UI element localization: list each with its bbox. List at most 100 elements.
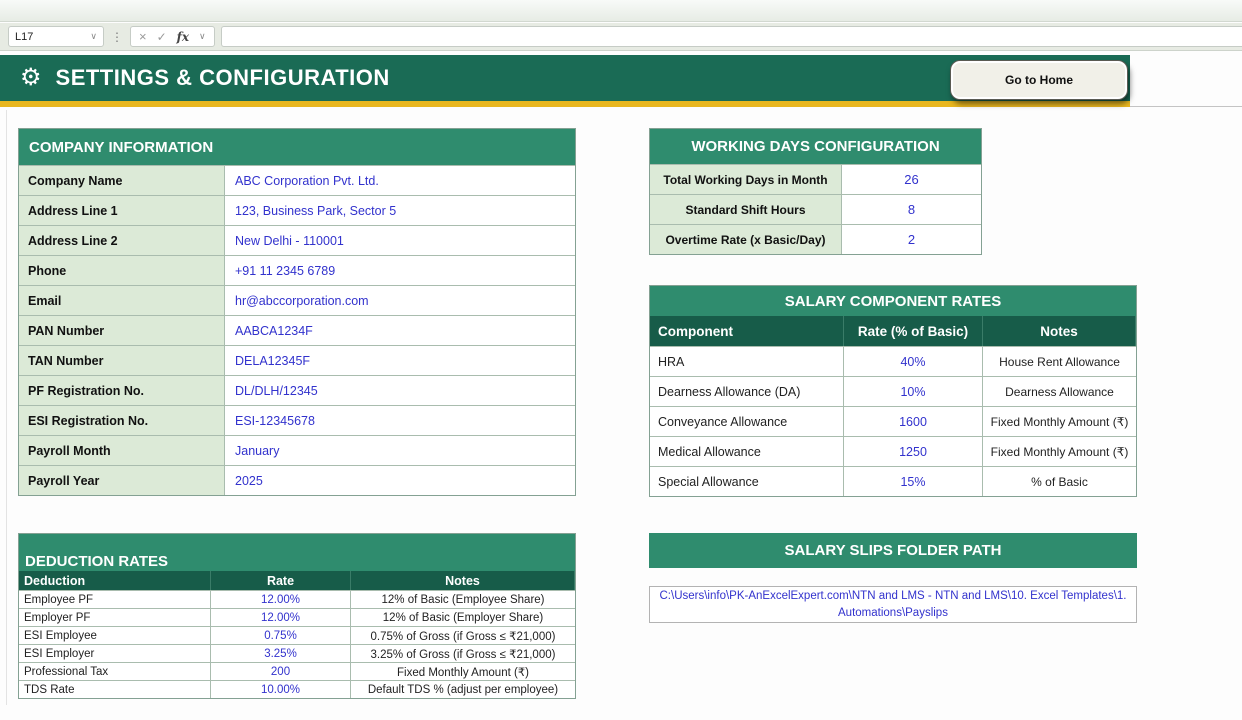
table-row: Address Line 1 123, Business Park, Secto… bbox=[19, 195, 575, 225]
rate-cell[interactable]: 15% bbox=[844, 467, 983, 496]
column-header: Rate bbox=[211, 571, 351, 590]
row-value-cell[interactable]: hr@abccorporation.com bbox=[225, 286, 575, 315]
gridline bbox=[1130, 106, 1242, 107]
table-row: Overtime Rate (x Basic/Day) 2 bbox=[650, 224, 981, 254]
rate-cell[interactable]: 3.25% bbox=[211, 645, 351, 662]
page-header: ⚙ SETTINGS & CONFIGURATION Go to Home bbox=[0, 55, 1130, 107]
deduction-cell: ESI Employer bbox=[19, 645, 211, 662]
row-value-cell[interactable]: 2025 bbox=[225, 466, 575, 495]
chevron-down-icon[interactable]: ∨ bbox=[199, 32, 206, 41]
page-title: SETTINGS & CONFIGURATION bbox=[56, 65, 390, 91]
row-label: Payroll Month bbox=[19, 436, 225, 465]
row-value-cell[interactable]: ESI-12345678 bbox=[225, 406, 575, 435]
table-row: Medical Allowance 1250 Fixed Monthly Amo… bbox=[650, 436, 1136, 466]
table-row: Employee PF 12.00% 12% of Basic (Employe… bbox=[19, 590, 575, 608]
table-body: HRA 40% House Rent Allowance Dearness Al… bbox=[650, 346, 1136, 496]
enter-icon[interactable]: ✓ bbox=[157, 30, 167, 44]
chevron-down-icon[interactable]: ∨ bbox=[90, 32, 97, 41]
table-row: Standard Shift Hours 8 bbox=[650, 194, 981, 224]
row-label: Total Working Days in Month bbox=[650, 165, 842, 194]
row-value-cell[interactable]: January bbox=[225, 436, 575, 465]
table-row: ESI Employee 0.75% 0.75% of Gross (if Gr… bbox=[19, 626, 575, 644]
notes-cell: 12% of Basic (Employee Share) bbox=[351, 591, 575, 608]
deduction-cell: ESI Employee bbox=[19, 627, 211, 644]
table-row: PF Registration No. DL/DLH/12345 bbox=[19, 375, 575, 405]
column-header: Component bbox=[650, 316, 844, 346]
table-title: SALARY COMPONENT RATES bbox=[650, 286, 1136, 316]
insert-function-icon[interactable]: fx bbox=[177, 30, 189, 44]
go-to-home-button[interactable]: Go to Home bbox=[950, 60, 1128, 100]
gridline bbox=[6, 110, 7, 705]
rate-cell[interactable]: 1600 bbox=[844, 407, 983, 436]
column-header: Deduction bbox=[19, 571, 211, 590]
row-label: Phone bbox=[19, 256, 225, 285]
rate-cell[interactable]: 200 bbox=[211, 663, 351, 680]
row-label: Address Line 2 bbox=[19, 226, 225, 255]
row-value-cell[interactable]: 123, Business Park, Sector 5 bbox=[225, 196, 575, 225]
row-value-cell[interactable]: 8 bbox=[842, 195, 981, 224]
deduction-cell: TDS Rate bbox=[19, 681, 211, 698]
gold-accent-bar bbox=[0, 101, 1130, 107]
table-body: Employee PF 12.00% 12% of Basic (Employe… bbox=[19, 590, 575, 698]
table-row: Company Name ABC Corporation Pvt. Ltd. bbox=[19, 165, 575, 195]
row-label: Overtime Rate (x Basic/Day) bbox=[650, 225, 842, 254]
row-value-cell[interactable]: 2 bbox=[842, 225, 981, 254]
component-cell: Special Allowance bbox=[650, 467, 844, 496]
notes-cell: Fixed Monthly Amount (₹) bbox=[351, 663, 575, 680]
cancel-icon[interactable]: × bbox=[139, 29, 147, 44]
rate-cell[interactable]: 10% bbox=[844, 377, 983, 406]
row-label: Company Name bbox=[19, 166, 225, 195]
table-row: Address Line 2 New Delhi - 110001 bbox=[19, 225, 575, 255]
component-cell: Dearness Allowance (DA) bbox=[650, 377, 844, 406]
table-row: Phone +91 11 2345 6789 bbox=[19, 255, 575, 285]
row-label: ESI Registration No. bbox=[19, 406, 225, 435]
rate-cell[interactable]: 0.75% bbox=[211, 627, 351, 644]
table-row: Dearness Allowance (DA) 10% Dearness All… bbox=[650, 376, 1136, 406]
row-value-cell[interactable]: AABCA1234F bbox=[225, 316, 575, 345]
rate-cell[interactable]: 40% bbox=[844, 347, 983, 376]
rate-cell[interactable]: 1250 bbox=[844, 437, 983, 466]
row-value-cell[interactable]: DELA12345F bbox=[225, 346, 575, 375]
company-information-table: COMPANY INFORMATION Company Name ABC Cor… bbox=[18, 128, 576, 496]
table-row: Payroll Year 2025 bbox=[19, 465, 575, 495]
more-dots-icon: ⋮ bbox=[111, 30, 123, 44]
row-label: Standard Shift Hours bbox=[650, 195, 842, 224]
salary-slips-path-cell[interactable]: C:\Users\info\PK-AnExcelExpert.com\NTN a… bbox=[649, 586, 1137, 623]
table-title: COMPANY INFORMATION bbox=[19, 129, 575, 165]
column-header-row: Deduction Rate Notes bbox=[19, 571, 575, 590]
rate-cell[interactable]: 12.00% bbox=[211, 609, 351, 626]
notes-cell: Fixed Monthly Amount (₹) bbox=[983, 437, 1136, 466]
column-header: Rate (% of Basic) bbox=[844, 316, 983, 346]
deduction-cell: Employer PF bbox=[19, 609, 211, 626]
deduction-cell: Professional Tax bbox=[19, 663, 211, 680]
column-header: Notes bbox=[983, 316, 1136, 346]
table-row: HRA 40% House Rent Allowance bbox=[650, 346, 1136, 376]
name-box[interactable]: L17 ∨ bbox=[8, 26, 104, 47]
deduction-rates-table: DEDUCTION RATES Deduction Rate Notes Emp… bbox=[18, 533, 576, 699]
component-cell: HRA bbox=[650, 347, 844, 376]
table-row: Conveyance Allowance 1600 Fixed Monthly … bbox=[650, 406, 1136, 436]
row-value-cell[interactable]: ABC Corporation Pvt. Ltd. bbox=[225, 166, 575, 195]
formula-input[interactable] bbox=[221, 26, 1242, 47]
table-row: Special Allowance 15% % of Basic bbox=[650, 466, 1136, 496]
table-row: Email hr@abccorporation.com bbox=[19, 285, 575, 315]
column-header: Notes bbox=[351, 571, 575, 590]
table-row: TDS Rate 10.00% Default TDS % (adjust pe… bbox=[19, 680, 575, 698]
row-label: TAN Number bbox=[19, 346, 225, 375]
cell-reference: L17 bbox=[15, 31, 90, 43]
table-row: ESI Registration No. ESI-12345678 bbox=[19, 405, 575, 435]
spreadsheet-app: L17 ∨ ⋮ × ✓ fx ∨ ⚙ SETTINGS & CONFIGURAT… bbox=[0, 0, 1242, 720]
row-value-cell[interactable]: New Delhi - 110001 bbox=[225, 226, 575, 255]
salary-component-rates-table: SALARY COMPONENT RATES Component Rate (%… bbox=[649, 285, 1137, 497]
row-label: PF Registration No. bbox=[19, 376, 225, 405]
row-value-cell[interactable]: 26 bbox=[842, 165, 981, 194]
rate-cell[interactable]: 12.00% bbox=[211, 591, 351, 608]
row-label: Email bbox=[19, 286, 225, 315]
table-row: TAN Number DELA12345F bbox=[19, 345, 575, 375]
rate-cell[interactable]: 10.00% bbox=[211, 681, 351, 698]
notes-cell: 12% of Basic (Employer Share) bbox=[351, 609, 575, 626]
row-value-cell[interactable]: DL/DLH/12345 bbox=[225, 376, 575, 405]
table-title: WORKING DAYS CONFIGURATION bbox=[650, 129, 981, 164]
gear-icon: ⚙ bbox=[20, 66, 42, 90]
row-value-cell[interactable]: +91 11 2345 6789 bbox=[225, 256, 575, 285]
